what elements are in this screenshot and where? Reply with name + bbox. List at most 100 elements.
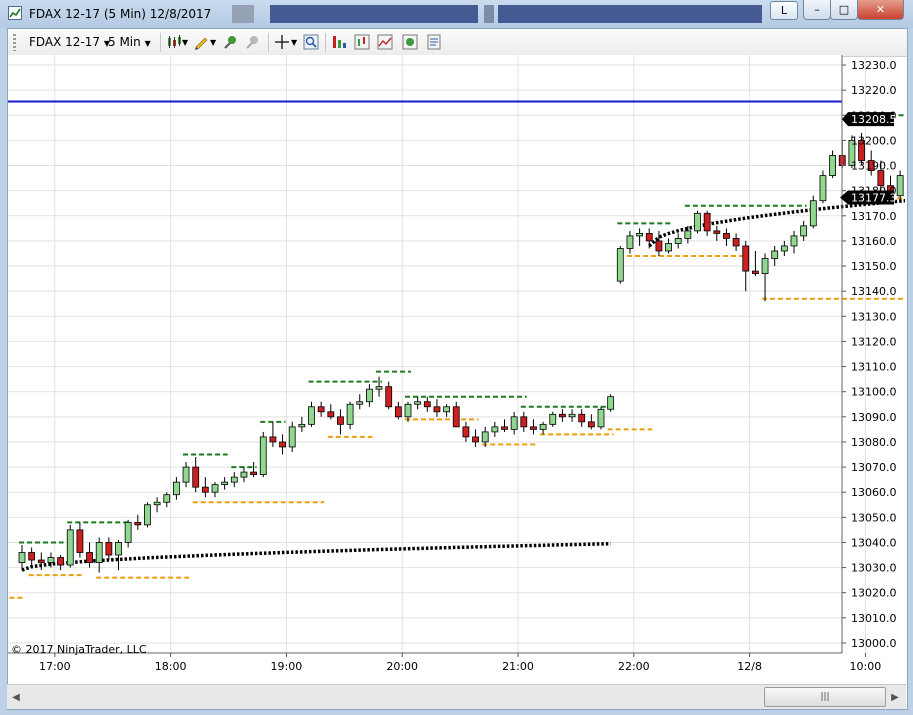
ninjatrader-app-icon xyxy=(8,6,22,20)
chevron-down-icon[interactable]: ▼ xyxy=(182,38,188,47)
chart-toolbar: FDAX 12-17 ▼ 5 Min ▼ ▼ ▼ ▼ xyxy=(8,29,907,57)
candle-body xyxy=(327,411,335,418)
candle-body xyxy=(896,175,904,197)
candle-body xyxy=(57,557,64,566)
y-tick-label: 13120.0 xyxy=(851,335,897,348)
x-tick-label: 17:00 xyxy=(39,660,71,673)
indicators-icon[interactable] xyxy=(377,34,393,50)
candle-body xyxy=(95,542,103,563)
horizontal-scrollbar[interactable]: ◀ ||| ▶ xyxy=(7,684,906,709)
candle-body xyxy=(703,212,711,232)
candle-body xyxy=(472,436,479,443)
candle-body xyxy=(385,386,393,408)
bar-chart-icon[interactable] xyxy=(331,34,347,50)
instrument-selector[interactable]: FDAX 12-17 ▼ xyxy=(29,35,110,49)
strategies-icon[interactable] xyxy=(402,34,418,50)
candle-body xyxy=(221,481,229,486)
x-tick-label: 20:00 xyxy=(386,660,418,673)
window-titlebar[interactable]: FDAX 12-17 (5 Min) 12/8/2017 L – □ ✕ xyxy=(0,0,913,28)
candle-body xyxy=(655,240,663,252)
candle-body xyxy=(568,413,576,418)
y-tick-label: 13050.0 xyxy=(851,511,897,524)
candle xyxy=(259,431,267,478)
toolbar-separator xyxy=(160,33,161,52)
candle-body xyxy=(163,494,171,503)
candle-body xyxy=(317,406,325,413)
scroll-left-arrow-icon[interactable]: ◀ xyxy=(9,689,23,705)
candle xyxy=(819,170,827,204)
candle-body xyxy=(86,552,93,563)
candle-body xyxy=(597,408,605,428)
pin-icon[interactable] xyxy=(222,34,238,50)
interval-selector[interactable]: 5 Min ▼ xyxy=(108,35,151,49)
y-tick-label: 13090.0 xyxy=(851,411,897,424)
candle-body xyxy=(115,542,122,556)
candle-body xyxy=(626,235,634,249)
x-tick-label: 18:00 xyxy=(155,660,187,673)
candle-body xyxy=(76,529,84,553)
plot-background xyxy=(8,55,842,653)
candle-body xyxy=(713,230,721,234)
maximize-button[interactable]: □ xyxy=(830,0,858,20)
candle xyxy=(66,524,74,568)
toolbar-separator xyxy=(325,33,326,52)
candle-body xyxy=(105,542,113,556)
y-tick-label: 13130.0 xyxy=(851,310,897,323)
candle-body xyxy=(37,559,45,563)
y-tick-label: 13080.0 xyxy=(851,436,897,449)
candle-body xyxy=(134,521,142,526)
candle-body xyxy=(539,423,547,430)
chevron-down-icon[interactable]: ▼ xyxy=(291,38,297,47)
data-series-icon[interactable] xyxy=(354,34,370,50)
candle-body xyxy=(510,416,518,430)
close-button[interactable]: ✕ xyxy=(857,0,904,20)
zoom-icon[interactable] xyxy=(303,34,319,50)
properties-icon[interactable] xyxy=(426,34,442,50)
y-tick-label: 13160.0 xyxy=(851,235,897,248)
candle-body xyxy=(694,212,701,232)
y-tick-label: 13070.0 xyxy=(851,461,897,474)
candle-body xyxy=(356,401,364,405)
candle-body xyxy=(28,552,36,561)
chart-style-icon[interactable] xyxy=(166,34,182,50)
candle-body xyxy=(742,245,750,272)
toolbar-separator xyxy=(268,33,269,52)
price-chart[interactable]: 13230.013220.013210.013200.013190.013180… xyxy=(8,55,905,684)
y-tick-label: 13170.0 xyxy=(851,210,897,223)
candle-body xyxy=(288,426,296,448)
y-tick-label: 13010.0 xyxy=(851,612,897,625)
candle-body xyxy=(172,481,180,496)
price-marker-label: 13177.3 xyxy=(851,191,897,204)
drawing-tool-pencil-icon[interactable] xyxy=(193,34,209,50)
window-title: FDAX 12-17 (5 Min) 12/8/2017 xyxy=(29,7,212,21)
pin-disabled-icon[interactable] xyxy=(244,34,260,50)
candle xyxy=(549,411,557,427)
last-price-marker: 13208.5 xyxy=(842,112,897,127)
candle-body xyxy=(684,230,692,239)
candle-body xyxy=(607,396,615,410)
candle-body xyxy=(144,504,151,526)
candle-body xyxy=(520,416,528,428)
scroll-right-arrow-icon[interactable]: ▶ xyxy=(888,689,902,705)
link-l-button[interactable]: L xyxy=(770,1,798,20)
obscured-taskbar-region xyxy=(484,5,494,23)
indicator-price-marker: 13177.3 xyxy=(840,190,897,205)
obscured-taskbar-region xyxy=(270,5,478,23)
candle-body xyxy=(269,436,277,443)
candle-body xyxy=(780,245,788,252)
candle-body xyxy=(259,436,267,476)
x-tick-label: 22:00 xyxy=(618,660,650,673)
chevron-down-icon[interactable]: ▼ xyxy=(210,38,216,47)
candle-body xyxy=(877,170,885,187)
candle-body xyxy=(481,431,489,443)
scrollbar-thumb[interactable]: ||| xyxy=(764,687,886,707)
obscured-taskbar-region xyxy=(232,5,254,23)
minimize-button[interactable]: – xyxy=(803,0,831,20)
crosshair-icon[interactable] xyxy=(274,34,290,50)
candle xyxy=(607,394,615,412)
candle-body xyxy=(790,235,798,247)
candle-body xyxy=(771,250,779,259)
candle-body xyxy=(665,243,672,252)
x-tick-label: 12/8 xyxy=(737,660,762,673)
candle-body xyxy=(530,426,537,430)
